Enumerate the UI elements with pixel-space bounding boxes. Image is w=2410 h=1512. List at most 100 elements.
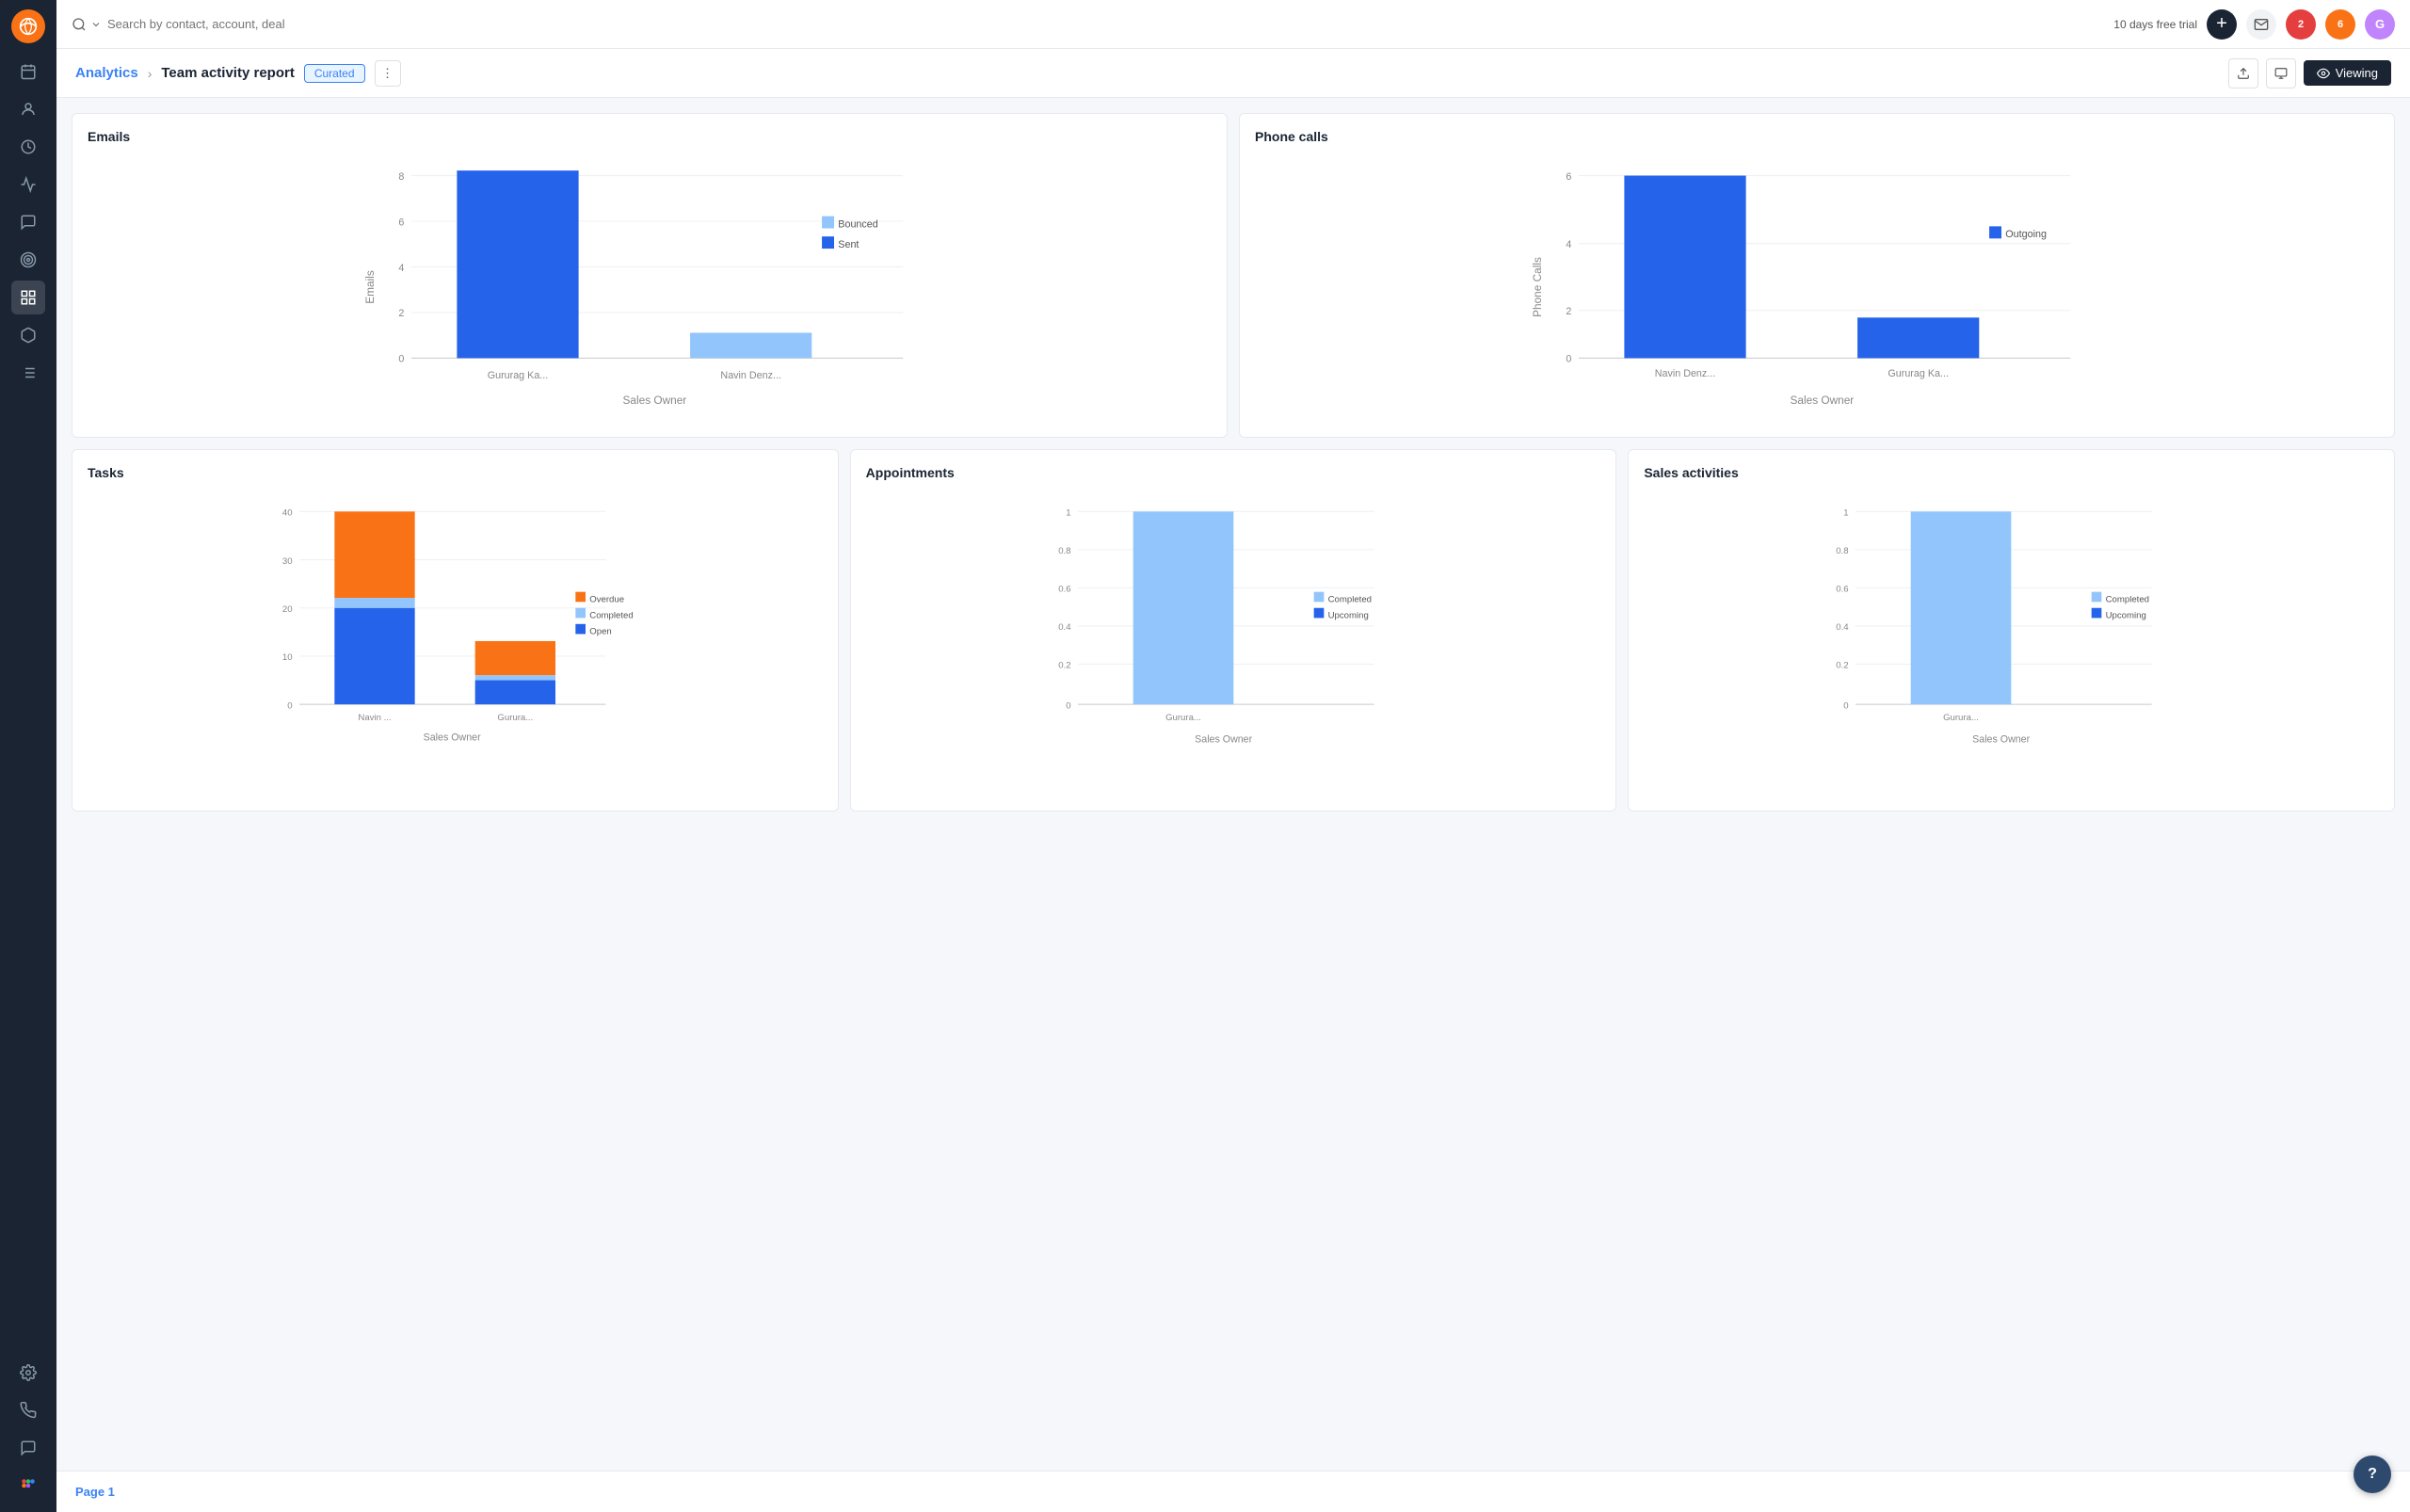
- svg-text:20: 20: [282, 604, 293, 615]
- svg-text:0.6: 0.6: [1837, 585, 1849, 595]
- sidebar-deals-icon[interactable]: [11, 130, 45, 164]
- svg-text:0: 0: [1066, 700, 1070, 711]
- app-logo[interactable]: [11, 9, 45, 43]
- svg-text:0.4: 0.4: [1837, 622, 1850, 633]
- svg-text:Sent: Sent: [838, 239, 859, 250]
- svg-text:Navin ...: Navin ...: [358, 713, 391, 723]
- viewing-button[interactable]: Viewing: [2304, 60, 2391, 86]
- sidebar-settings-icon[interactable]: [11, 1356, 45, 1390]
- svg-text:Sales Owner: Sales Owner: [1195, 734, 1252, 746]
- svg-text:Navin Denz...: Navin Denz...: [1655, 368, 1716, 379]
- sidebar-analytics-icon[interactable]: [11, 168, 45, 201]
- more-options-button[interactable]: ⋮: [375, 60, 401, 87]
- search-icon-wrap[interactable]: [72, 17, 102, 32]
- page-label: Page 1: [75, 1485, 115, 1499]
- notification-button-1[interactable]: 2: [2286, 9, 2316, 40]
- present-button[interactable]: [2266, 58, 2296, 88]
- svg-text:0.2: 0.2: [1058, 661, 1070, 671]
- svg-text:Upcoming: Upcoming: [2106, 610, 2146, 620]
- svg-text:0: 0: [1844, 700, 1849, 711]
- chevron-down-icon: [90, 19, 102, 30]
- tasks-chart-card: Tasks 40 30 20 10 0: [72, 449, 839, 812]
- svg-text:Open: Open: [589, 626, 611, 636]
- svg-text:1: 1: [1844, 508, 1849, 519]
- search-input[interactable]: [107, 17, 314, 31]
- search-icon: [72, 17, 87, 32]
- analytics-breadcrumb-link[interactable]: Analytics: [75, 65, 138, 81]
- svg-text:0.8: 0.8: [1837, 546, 1849, 556]
- sidebar-chat-icon[interactable]: [11, 1431, 45, 1465]
- svg-text:Completed: Completed: [1327, 594, 1371, 604]
- sales-activities-chart-title: Sales activities: [1644, 465, 2379, 480]
- tasks-chart-title: Tasks: [88, 465, 823, 480]
- svg-text:Bounced: Bounced: [838, 218, 877, 230]
- svg-text:Gurura...: Gurura...: [1943, 713, 1979, 723]
- emails-chart-card: Emails Emails 8 6 4: [72, 113, 1228, 438]
- svg-text:2: 2: [398, 308, 404, 319]
- svg-text:6: 6: [398, 217, 404, 228]
- svg-text:Navin Denz...: Navin Denz...: [720, 370, 781, 381]
- svg-text:1: 1: [1066, 508, 1070, 519]
- phone-calls-chart-title: Phone calls: [1255, 129, 2379, 144]
- svg-text:Emails: Emails: [363, 270, 377, 304]
- tasks-chart: 40 30 20 10 0: [88, 491, 823, 793]
- chart-row-1: Emails Emails 8 6 4: [72, 113, 2395, 438]
- export-button[interactable]: [2228, 58, 2258, 88]
- sidebar-apps-icon[interactable]: [11, 1469, 45, 1503]
- svg-text:30: 30: [282, 556, 293, 567]
- main-area: 10 days free trial + 2 6 G Analytics › T…: [56, 0, 2410, 1512]
- svg-text:0: 0: [1566, 354, 1571, 365]
- user-avatar-button[interactable]: G: [2365, 9, 2395, 40]
- svg-text:Overdue: Overdue: [589, 594, 624, 604]
- appointments-chart: 1 0.8 0.6 0.4 0.2 0 Gurura... Sales Owne…: [866, 491, 1601, 793]
- svg-text:0: 0: [287, 700, 292, 711]
- search-area: [72, 17, 2102, 32]
- appointments-chart-title: Appointments: [866, 465, 1601, 480]
- help-button[interactable]: ?: [2354, 1456, 2391, 1493]
- trial-text: 10 days free trial: [2113, 18, 2197, 31]
- breadcrumb-bar: Analytics › Team activity report Curated…: [56, 49, 2410, 98]
- svg-text:4: 4: [398, 263, 404, 274]
- mail-button[interactable]: [2246, 9, 2276, 40]
- sidebar: [0, 0, 56, 1512]
- chart-row-2: Tasks 40 30 20 10 0: [72, 449, 2395, 812]
- svg-text:10: 10: [282, 652, 293, 663]
- svg-text:0.4: 0.4: [1058, 622, 1071, 633]
- svg-text:0.6: 0.6: [1058, 585, 1070, 595]
- breadcrumb-separator: ›: [148, 66, 153, 81]
- svg-text:Sales Owner: Sales Owner: [623, 394, 687, 407]
- sales-activities-chart: 1 0.8 0.6 0.4 0.2 0 Gurura... Sales Owne…: [1644, 491, 2379, 793]
- notification-button-2[interactable]: 6: [2325, 9, 2355, 40]
- add-button[interactable]: +: [2207, 9, 2237, 40]
- svg-text:2: 2: [1566, 306, 1571, 317]
- curated-badge: Curated: [304, 64, 365, 83]
- svg-text:Upcoming: Upcoming: [1327, 610, 1368, 620]
- svg-text:Sales Owner: Sales Owner: [424, 732, 481, 744]
- sidebar-phone-icon[interactable]: [11, 1393, 45, 1427]
- sidebar-lists-icon[interactable]: [11, 356, 45, 390]
- svg-text:Completed: Completed: [2106, 594, 2149, 604]
- svg-text:8: 8: [398, 171, 404, 183]
- sidebar-products-icon[interactable]: [11, 318, 45, 352]
- content-area: Emails Emails 8 6 4: [56, 98, 2410, 1471]
- bottom-bar: Page 1: [56, 1471, 2410, 1512]
- topbar: 10 days free trial + 2 6 G: [56, 0, 2410, 49]
- sidebar-targets-icon[interactable]: [11, 243, 45, 277]
- svg-text:Gururag Ka...: Gururag Ka...: [1888, 368, 1949, 379]
- svg-text:0.2: 0.2: [1837, 661, 1849, 671]
- topbar-right: 10 days free trial + 2 6 G: [2113, 9, 2395, 40]
- svg-text:Completed: Completed: [589, 610, 633, 620]
- sidebar-messages-icon[interactable]: [11, 205, 45, 239]
- svg-text:4: 4: [1566, 239, 1571, 250]
- svg-text:Sales Owner: Sales Owner: [1791, 394, 1855, 407]
- svg-text:Sales Owner: Sales Owner: [1973, 734, 2031, 746]
- sidebar-contacts-icon[interactable]: [11, 92, 45, 126]
- svg-text:0: 0: [398, 354, 404, 365]
- sidebar-calendar-icon[interactable]: [11, 55, 45, 88]
- svg-text:Phone Calls: Phone Calls: [1531, 257, 1544, 317]
- svg-text:40: 40: [282, 508, 293, 519]
- sidebar-reports-icon[interactable]: [11, 281, 45, 314]
- phone-calls-chart: Phone Calls 6 4 2 0: [1255, 155, 2379, 419]
- svg-text:Gurura...: Gurura...: [497, 713, 533, 723]
- emails-chart: Emails 8 6 4 2 0: [88, 155, 1212, 419]
